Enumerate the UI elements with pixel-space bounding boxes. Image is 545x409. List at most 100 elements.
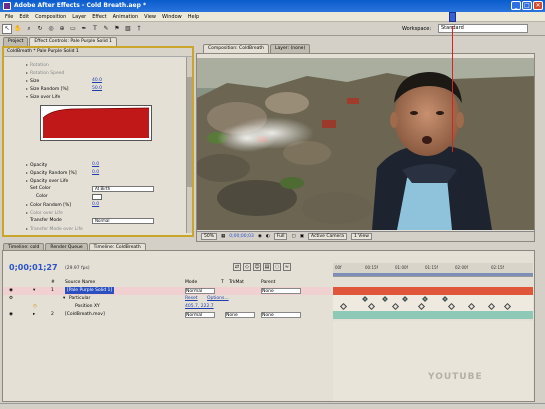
region-icon[interactable]: ▢	[291, 234, 295, 239]
effect-name[interactable]: Particular	[69, 295, 90, 303]
tab-effect-controls[interactable]: Effect Controls: Pale Purple Solid 1	[29, 37, 117, 46]
keyframe[interactable]	[362, 296, 368, 302]
keyframe[interactable]	[447, 302, 456, 311]
keyframe[interactable]	[367, 302, 376, 311]
menu-effect[interactable]: Effect	[89, 14, 109, 20]
layer-duration-bar[interactable]	[333, 287, 533, 295]
rotate-tool-icon[interactable]: ↻	[35, 24, 45, 34]
timeline-timecode[interactable]: 0;00;01;27	[9, 263, 58, 272]
menu-layer[interactable]: Layer	[69, 14, 89, 20]
size-value[interactable]: 40.0	[92, 77, 102, 84]
color-random-value[interactable]: 0.0	[92, 201, 99, 208]
keyframe[interactable]	[467, 302, 476, 311]
keyframe[interactable]	[402, 296, 408, 302]
transparency-grid-icon[interactable]: ▣	[300, 234, 304, 239]
graph-editor-icon[interactable]: ≈	[283, 263, 291, 271]
keyframe[interactable]	[391, 302, 400, 311]
scroll-thumb[interactable]	[187, 77, 192, 187]
keyframe[interactable]	[422, 296, 428, 302]
camera-orbit-icon[interactable]: ◎	[46, 24, 56, 34]
snapshot-icon[interactable]: ◉	[258, 234, 262, 239]
eye-icon[interactable]: ◉	[9, 287, 13, 295]
maximize-button[interactable]: □	[522, 1, 532, 10]
layer-parent-dropdown[interactable]: None	[261, 288, 301, 294]
layer-row[interactable]: ◉ ▸ 2 [ColdBreath.mov] Normal None None	[3, 311, 331, 319]
menu-edit[interactable]: Edit	[16, 14, 32, 20]
size-over-life-graph[interactable]	[40, 105, 152, 141]
tab-composition[interactable]: Composition: ColdBreath	[203, 44, 270, 53]
opacity-value[interactable]: 0.0	[92, 161, 99, 168]
eraser-icon[interactable]: ▧	[123, 24, 133, 34]
puppet-pin-icon[interactable]: †	[134, 24, 144, 34]
selection-tool-icon[interactable]: ↖	[2, 23, 12, 34]
size-random-value[interactable]: 50.0	[92, 85, 102, 92]
views-dropdown[interactable]: 1 View	[351, 233, 372, 240]
twirl-open-icon[interactable]: ▾	[33, 287, 35, 295]
current-time-indicator[interactable]	[449, 12, 456, 22]
layer-row[interactable]: ◷ Position XY 405.7, 222.7	[3, 303, 331, 311]
layer-trkmat-dropdown[interactable]: None	[225, 312, 255, 318]
pen-tool-icon[interactable]: ✒	[79, 24, 89, 34]
zoom-tool-icon[interactable]: ⌕	[24, 24, 34, 34]
options-link[interactable]: Options...	[207, 295, 229, 303]
channel-icon[interactable]: ◐	[266, 234, 270, 239]
opacity-random-value[interactable]: 0.0	[92, 169, 99, 176]
rectangle-mask-icon[interactable]: ▭	[68, 24, 78, 34]
shy-icon[interactable]: ☺	[253, 263, 261, 271]
layer-mode-dropdown[interactable]: Normal	[185, 312, 215, 318]
camera-dropdown[interactable]: Active Camera	[307, 233, 347, 240]
layer-duration-bar[interactable]	[333, 311, 533, 319]
effect-controls-scrollbar[interactable]	[186, 57, 192, 233]
composition-viewer[interactable]	[197, 58, 534, 230]
menu-bar: File Edit Composition Layer Effect Anima…	[0, 12, 545, 22]
motion-blur-icon[interactable]: ◌	[273, 263, 281, 271]
menu-animation[interactable]: Animation	[110, 14, 142, 20]
resolution-dropdown[interactable]: Full	[273, 233, 288, 240]
work-area-bar[interactable]	[333, 273, 533, 276]
menu-file[interactable]: File	[2, 14, 16, 20]
position-value[interactable]: 405.7, 222.7	[185, 303, 214, 311]
clone-stamp-icon[interactable]: ⚑	[112, 24, 122, 34]
transfer-mode-dropdown[interactable]: Normal	[92, 218, 154, 224]
layer-row[interactable]: ⚙ ▾ Particular Reset Options...	[3, 295, 331, 303]
keyframe[interactable]	[382, 296, 388, 302]
viewer-timecode[interactable]: 0;00;00;03	[229, 234, 254, 239]
keyframe[interactable]	[417, 302, 426, 311]
keyframe[interactable]	[503, 302, 512, 311]
minimize-button[interactable]: _	[511, 1, 521, 10]
twirl-icon[interactable]: ▸	[33, 311, 35, 319]
keyframe[interactable]	[442, 296, 448, 302]
menu-window[interactable]: Window	[159, 14, 185, 20]
eye-icon[interactable]: ◉	[9, 311, 13, 319]
tab-project[interactable]: Project	[3, 37, 29, 46]
layer-parent-dropdown[interactable]: None	[261, 312, 301, 318]
grid-icon[interactable]: ▦	[221, 234, 225, 239]
text-tool-icon[interactable]: T	[90, 24, 100, 34]
keyframe[interactable]	[339, 302, 348, 311]
layer-name[interactable]: [ColdBreath.mov]	[65, 311, 105, 319]
zoom-dropdown[interactable]: 50%	[201, 233, 218, 240]
fx-icon[interactable]: ⚙	[9, 295, 13, 303]
layer-mode-dropdown[interactable]: Normal	[185, 288, 215, 294]
hand-tool-icon[interactable]: ✋	[13, 24, 23, 34]
draft-3d-icon[interactable]: ◇	[243, 263, 251, 271]
comp-mini-flowchart-icon[interactable]: ⇄	[233, 263, 241, 271]
col-source-name[interactable]: Source Name	[65, 280, 95, 285]
keyframe[interactable]	[487, 302, 496, 311]
close-button[interactable]: ✕	[533, 1, 543, 10]
pan-behind-icon[interactable]: ⊕	[57, 24, 67, 34]
layer-name[interactable]: [Pale Purple Solid 1]	[65, 287, 115, 294]
frame-blending-icon[interactable]: ▤	[263, 263, 271, 271]
brush-tool-icon[interactable]: ✎	[101, 24, 111, 34]
twirl-open-icon[interactable]: ▾	[63, 295, 65, 303]
stopwatch-icon[interactable]: ◷	[33, 303, 37, 311]
tab-layer[interactable]: Layer: (none)	[270, 44, 311, 53]
menu-help[interactable]: Help	[185, 14, 202, 20]
layer-row[interactable]: ◉ ▾ 1 [Pale Purple Solid 1] Normal None	[3, 287, 331, 295]
menu-composition[interactable]: Composition	[32, 14, 69, 20]
set-color-dropdown[interactable]: At Birth	[92, 186, 154, 192]
reset-link[interactable]: Reset	[185, 295, 198, 303]
menu-view[interactable]: View	[141, 14, 159, 20]
color-swatch[interactable]	[92, 194, 102, 200]
time-ruler[interactable]: 00f 00:15f 01:00f 01:15f 02:00f 02:15f	[333, 263, 533, 277]
